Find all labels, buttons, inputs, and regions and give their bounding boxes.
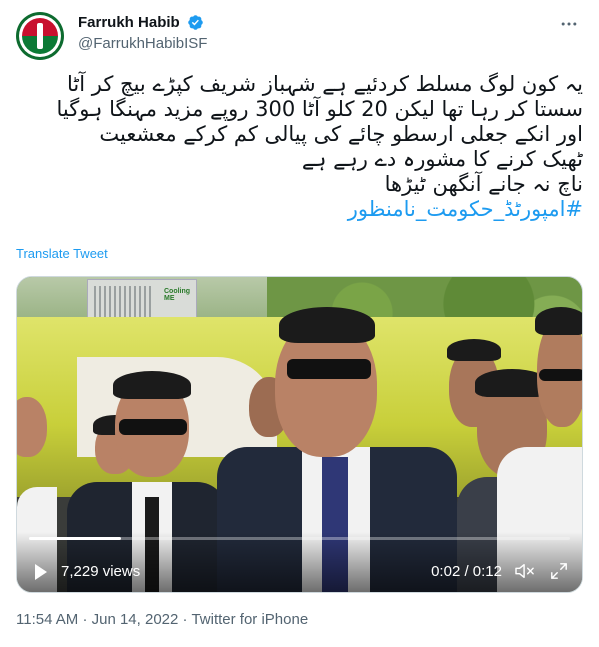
tweet-source[interactable]: Twitter for iPhone bbox=[191, 611, 308, 628]
author-names: Farrukh Habib @FarrukhHabibISF bbox=[78, 14, 207, 52]
tweet-text: یہ کون لوگ مسلط کردئیے ہے شہباز شریف کپڑ… bbox=[16, 72, 583, 222]
meta-separator: · bbox=[182, 611, 188, 628]
tweet-line: سستا کر رہا تھا لیکن 20 کلو آٹا 300 روپے… bbox=[56, 97, 583, 121]
video-player[interactable]: Cooling ME 7,229 views 0:02 / 0:12 bbox=[16, 276, 583, 593]
tweet-metadata: 11:54 AM · Jun 14, 2022 · Twitter for iP… bbox=[16, 611, 308, 628]
tweet-line: یہ کون لوگ مسلط کردئیے ہے شہباز شریف کپڑ… bbox=[67, 72, 583, 96]
author-handle[interactable]: @FarrukhHabibISF bbox=[78, 35, 207, 52]
video-progress-fill bbox=[29, 537, 121, 540]
tweet-date[interactable]: Jun 14, 2022 bbox=[92, 611, 179, 628]
tweet-header: Farrukh Habib @FarrukhHabibISF bbox=[16, 12, 583, 60]
more-dots-icon bbox=[561, 22, 577, 26]
tweet-time[interactable]: 11:54 AM bbox=[16, 611, 78, 628]
meta-separator: · bbox=[82, 611, 88, 628]
avatar[interactable] bbox=[16, 12, 64, 60]
video-timestamp: 0:02 / 0:12 bbox=[431, 563, 502, 580]
video-view-count: 7,229 views bbox=[61, 563, 141, 580]
mute-icon[interactable] bbox=[514, 562, 536, 580]
verified-badge-icon bbox=[188, 15, 203, 31]
ac-brand-label: Cooling ME bbox=[164, 288, 191, 302]
video-progress-bar[interactable] bbox=[29, 537, 570, 540]
hashtag-link[interactable]: #امپورٹڈ_حکومت_نامنظور bbox=[16, 197, 583, 222]
bat-icon bbox=[37, 23, 43, 49]
tweet-line: ناچ نہ جانے آنگھن ٹیڑھا bbox=[384, 172, 583, 196]
translate-tweet-link[interactable]: Translate Tweet bbox=[16, 246, 108, 261]
tweet-line: ٹھیک کرنے کا مشورہ دے رہے ہے bbox=[301, 147, 583, 171]
play-icon[interactable] bbox=[35, 564, 47, 580]
more-options-icon[interactable] bbox=[557, 14, 581, 34]
fullscreen-icon[interactable] bbox=[550, 562, 568, 580]
tweet-line: اور انکے جعلی ارسطو چائے کی پیالی کم کرک… bbox=[99, 122, 583, 146]
author-display-name[interactable]: Farrukh Habib bbox=[78, 14, 180, 31]
video-controls bbox=[17, 532, 582, 592]
